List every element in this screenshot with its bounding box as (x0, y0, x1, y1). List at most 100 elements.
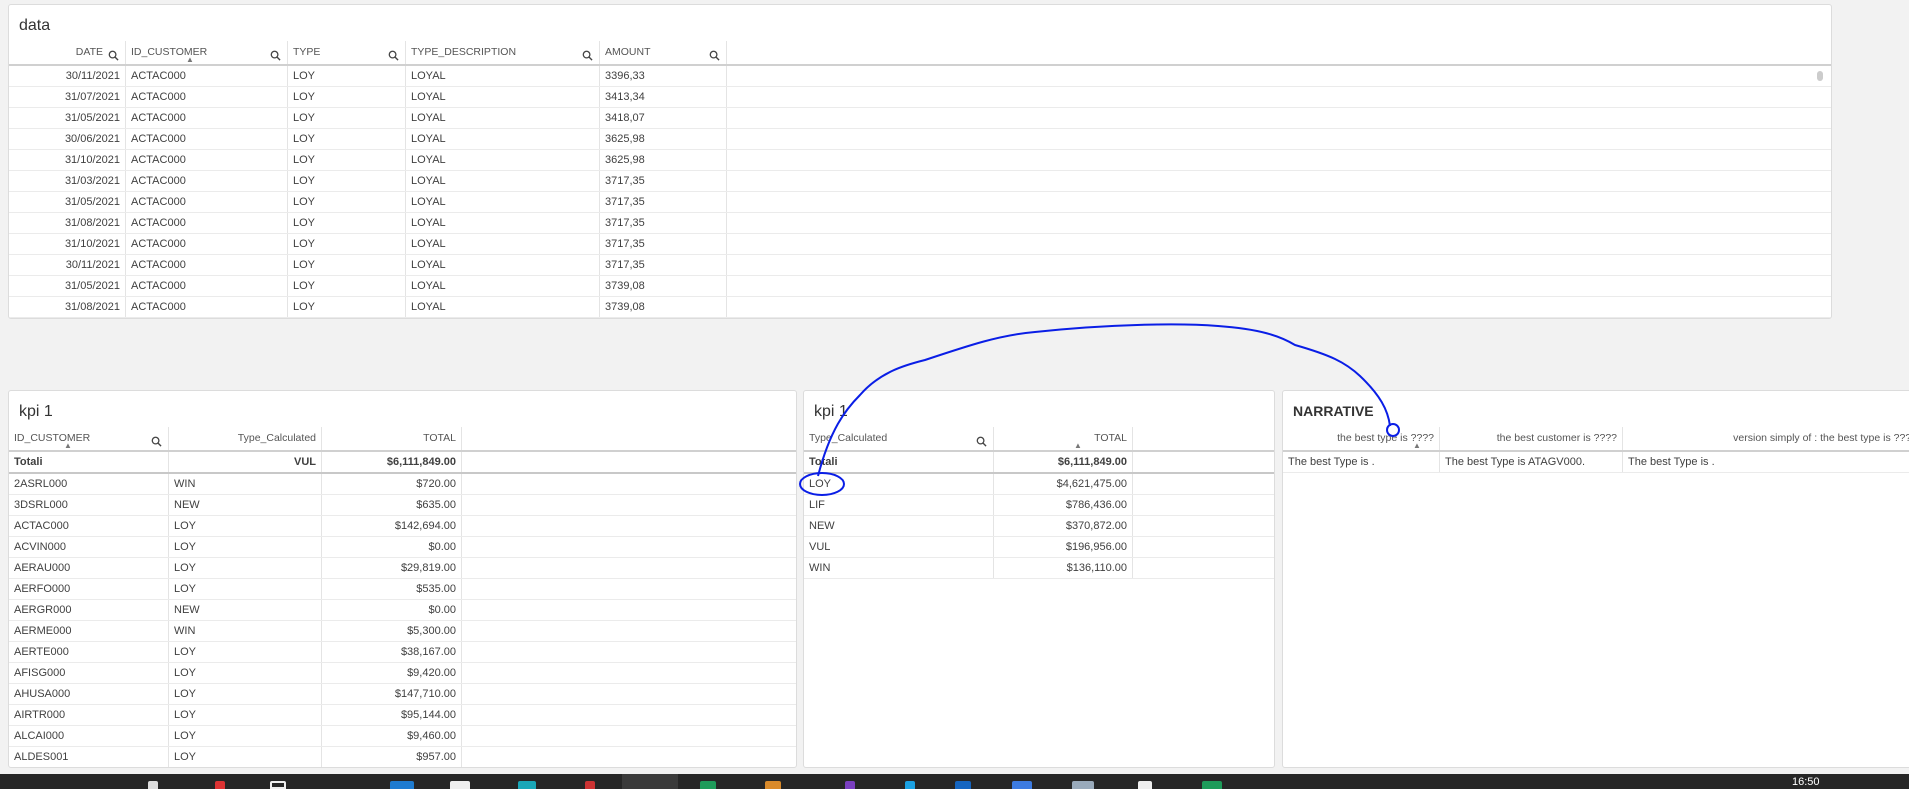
table-cell[interactable]: LOY (169, 642, 322, 662)
table-cell[interactable]: ACTAC000 (126, 192, 288, 212)
table-cell[interactable]: 31/08/2021 (9, 297, 126, 317)
table-cell[interactable]: $635.00 (322, 495, 462, 515)
search-icon[interactable] (270, 47, 281, 61)
table-cell[interactable]: LOYAL (406, 192, 600, 212)
table-cell[interactable]: 3739,08 (600, 297, 727, 317)
table-cell[interactable]: LOY (288, 297, 406, 317)
app-icon[interactable] (955, 781, 971, 789)
table-cell[interactable]: $95,144.00 (322, 705, 462, 725)
table-cell[interactable]: LOY (169, 684, 322, 704)
table-cell[interactable]: 3717,35 (600, 213, 727, 233)
table-cell[interactable]: $29,819.00 (322, 558, 462, 578)
table-cell[interactable]: LOYAL (406, 255, 600, 275)
table-cell[interactable]: LOY (288, 213, 406, 233)
table-cell[interactable]: ACTAC000 (126, 297, 288, 317)
table-cell[interactable]: ACTAC000 (126, 276, 288, 296)
table-cell[interactable]: LOY (169, 579, 322, 599)
column-header[interactable]: version simply of : the best type is ???… (1623, 427, 1909, 450)
table-cell[interactable]: LOYAL (406, 276, 600, 296)
table-cell[interactable]: ACTAC000 (126, 66, 288, 86)
table-cell[interactable]: $720.00 (322, 474, 462, 494)
table-cell[interactable]: 30/11/2021 (9, 66, 126, 86)
table-cell[interactable]: WIN (169, 621, 322, 641)
table-cell[interactable]: LOY (169, 747, 322, 767)
app-icon[interactable] (1202, 781, 1222, 789)
app-icon[interactable] (1138, 781, 1152, 789)
column-header[interactable]: Type_Calculated (804, 427, 994, 450)
column-header[interactable]: TYPE (288, 41, 406, 64)
table-cell[interactable]: $0.00 (322, 537, 462, 557)
table-cell[interactable]: $136,110.00 (994, 558, 1133, 578)
table-cell[interactable]: ACTAC000 (126, 87, 288, 107)
table-cell[interactable]: ACTAC000 (9, 516, 169, 536)
table-cell[interactable]: ACTAC000 (126, 318, 288, 319)
app-icon[interactable] (450, 781, 470, 789)
table-cell[interactable]: 31/03/2021 (9, 171, 126, 191)
table-cell[interactable]: 3625,98 (600, 129, 727, 149)
table-cell[interactable]: 2ASRL000 (9, 474, 169, 494)
search-icon[interactable] (709, 47, 720, 61)
column-header[interactable]: the best customer is ???? (1440, 427, 1623, 450)
table-cell[interactable]: LOY (288, 129, 406, 149)
table-cell[interactable]: VUL (804, 537, 994, 557)
table-cell[interactable]: LOYAL (406, 108, 600, 128)
column-header[interactable]: DATE (9, 41, 126, 64)
table-cell[interactable]: ACTAC000 (126, 213, 288, 233)
table-cell[interactable]: NEW (804, 516, 994, 536)
table-cell[interactable]: 3717,35 (600, 192, 727, 212)
app-icon[interactable] (1012, 781, 1032, 789)
table-cell[interactable]: $147,710.00 (322, 684, 462, 704)
table-cell[interactable]: LOY (288, 171, 406, 191)
table-cell[interactable]: 30/11/2021 (9, 255, 126, 275)
table-cell[interactable]: The best Type is ATAGV000. (1440, 452, 1623, 472)
table-cell[interactable]: LOY (288, 318, 406, 319)
column-header[interactable]: the best type is ???? ▲ (1283, 427, 1440, 450)
table-cell[interactable]: LOY (169, 537, 322, 557)
table-cell[interactable]: 31/05/2021 (9, 276, 126, 296)
table-cell[interactable]: NEW (169, 600, 322, 620)
table-cell[interactable]: 3717,35 (600, 234, 727, 254)
table-cell[interactable]: LIF (804, 495, 994, 515)
table-cell[interactable]: WIN (169, 474, 322, 494)
table-cell[interactable]: 31/10/2021 (9, 318, 126, 319)
table-cell[interactable]: $38,167.00 (322, 642, 462, 662)
table-cell[interactable]: LOY (804, 474, 994, 494)
table-cell[interactable]: 31/10/2021 (9, 234, 126, 254)
table-cell[interactable]: AERAU000 (9, 558, 169, 578)
table-cell[interactable]: LOYAL (406, 87, 600, 107)
table-cell[interactable]: 3739,08 (600, 318, 727, 319)
table-cell[interactable]: 31/07/2021 (9, 87, 126, 107)
table-cell[interactable]: LOYAL (406, 129, 600, 149)
column-header[interactable]: ID_CUSTOMER ▲ (126, 41, 288, 64)
table-cell[interactable]: The best Type is . (1283, 452, 1440, 472)
app-icon[interactable] (585, 781, 595, 789)
search-icon[interactable] (151, 433, 162, 447)
table-cell[interactable]: 31/10/2021 (9, 150, 126, 170)
table-cell[interactable]: AHUSA000 (9, 684, 169, 704)
table-cell[interactable]: ACTAC000 (126, 171, 288, 191)
table-cell[interactable]: AFISG000 (9, 663, 169, 683)
app-icon[interactable] (1072, 781, 1094, 789)
table-cell[interactable]: $9,420.00 (322, 663, 462, 683)
app-icon[interactable] (215, 781, 225, 789)
app-icon[interactable] (148, 781, 158, 789)
table-cell[interactable]: AERFO000 (9, 579, 169, 599)
table-cell[interactable]: 3413,34 (600, 87, 727, 107)
table-cell[interactable]: 3625,98 (600, 150, 727, 170)
table-cell[interactable]: LOY (288, 192, 406, 212)
table-cell[interactable]: $5,300.00 (322, 621, 462, 641)
app-icon[interactable] (765, 781, 781, 789)
table-cell[interactable]: $196,956.00 (994, 537, 1133, 557)
table-cell[interactable]: LOY (288, 255, 406, 275)
table-cell[interactable]: LOY (288, 66, 406, 86)
app-icon[interactable] (905, 781, 915, 789)
table-cell[interactable]: $535.00 (322, 579, 462, 599)
table-cell[interactable]: 31/08/2021 (9, 213, 126, 233)
table-cell[interactable]: LOY (288, 276, 406, 296)
table-cell[interactable]: AERTE000 (9, 642, 169, 662)
table-cell[interactable]: LOY (288, 108, 406, 128)
table-cell[interactable]: LOY (169, 663, 322, 683)
table-cell[interactable]: 3717,35 (600, 171, 727, 191)
scrollbar[interactable] (1817, 71, 1823, 81)
table-cell[interactable]: LOY (288, 87, 406, 107)
